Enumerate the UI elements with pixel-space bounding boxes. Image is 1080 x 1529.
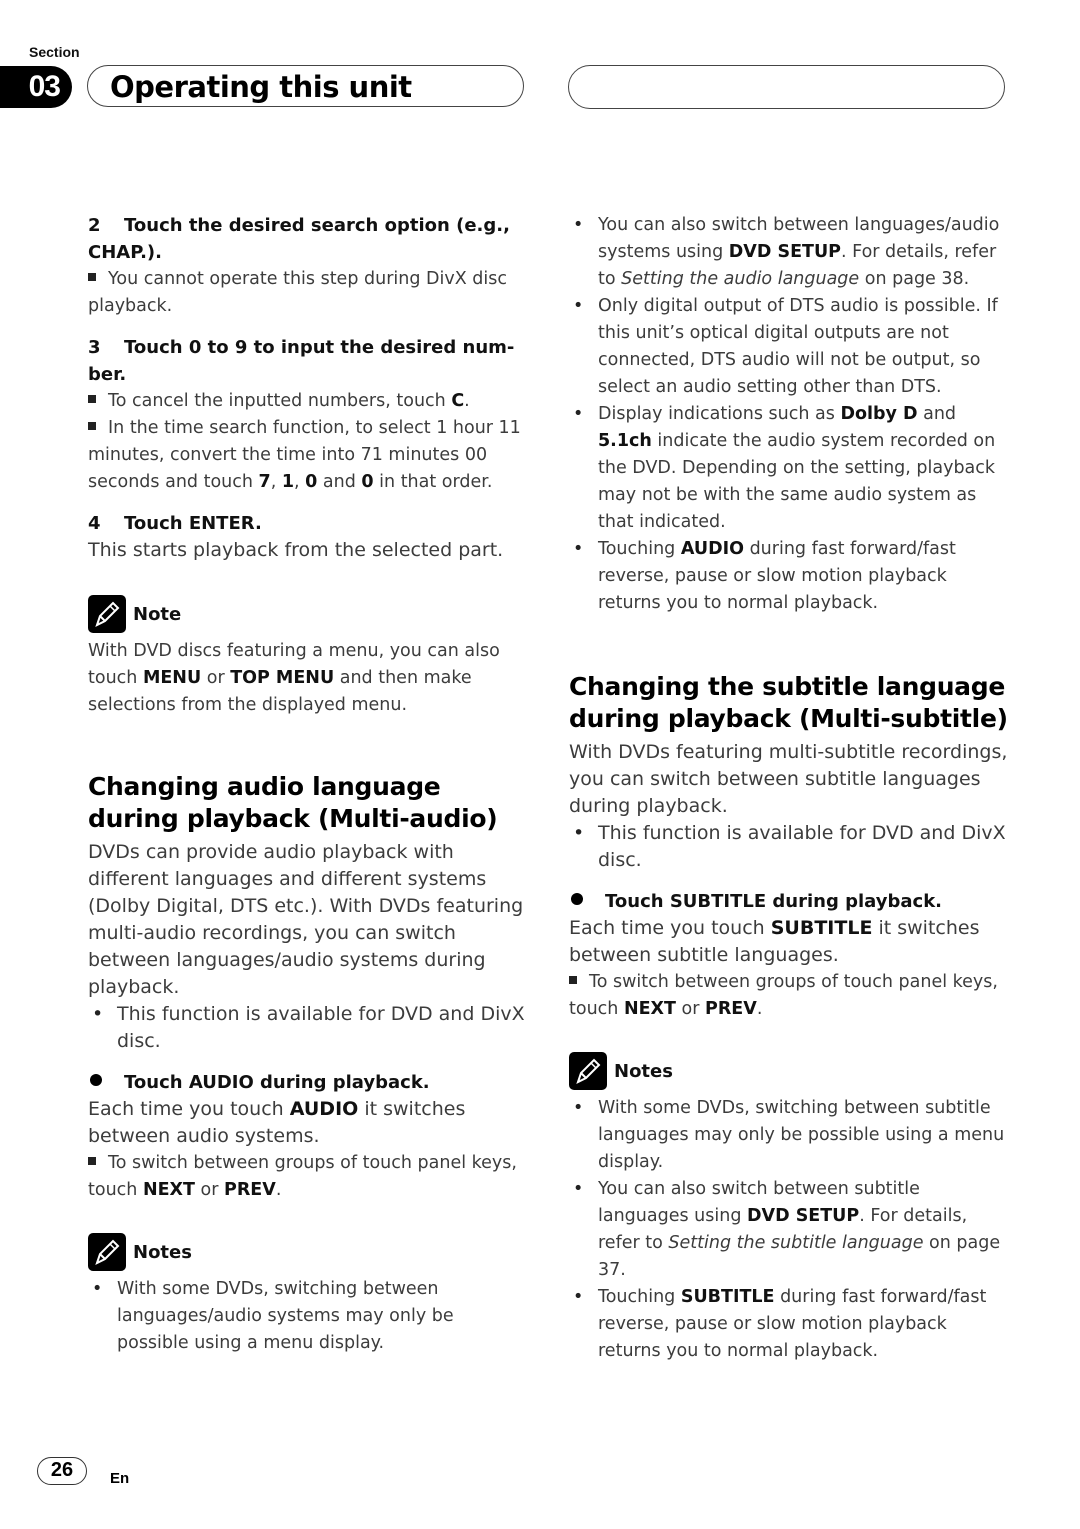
step-3-heading: 3 Touch 0 to 9 to input the desired num- … xyxy=(88,337,515,385)
list-item: Touching SUBTITLE during fast forward/fa… xyxy=(569,1284,1009,1365)
step-4-body: This starts playback from the selected p… xyxy=(88,539,504,561)
list-item: Touching AUDIO during fast forward/fast … xyxy=(569,536,1009,617)
subtitle-tip: To switch between groups of touch panel … xyxy=(569,972,998,1019)
bullet-dot-icon xyxy=(571,893,583,905)
page-number: 26 xyxy=(37,1457,87,1485)
note-text: With DVD discs featuring a menu, you can… xyxy=(88,641,500,715)
section-number-badge: 03 xyxy=(0,66,72,108)
list-item: With some DVDs, switching between subtit… xyxy=(569,1095,1009,1176)
audio-action-body: Each time you touch AUDIO it switches be… xyxy=(88,1098,466,1147)
square-bullet-icon xyxy=(88,422,96,430)
list-item: This function is available for DVD and D… xyxy=(569,820,1009,874)
language-code: En xyxy=(110,1470,130,1487)
square-bullet-icon xyxy=(88,1157,96,1165)
step-3-note-1: To cancel the inputted numbers, touch C. xyxy=(88,388,528,415)
notes-header: Notes xyxy=(569,1051,1009,1091)
audio-section-heading: Changing audio language during playback (… xyxy=(88,772,498,833)
step-3-note-2: In the time search function, to select 1… xyxy=(88,418,521,492)
pencil-icon xyxy=(88,1233,126,1271)
note-header: Note xyxy=(88,594,528,634)
list-item: Display indications such as Dolby D and … xyxy=(569,401,1009,536)
list-item: You can also switch between subtitle lan… xyxy=(569,1176,1009,1284)
cross-reference-link[interactable]: Setting the subtitle language xyxy=(668,1233,923,1253)
step-4-heading: 4 Touch ENTER. xyxy=(88,513,262,534)
subtitle-notes-list: With some DVDs, switching between subtit… xyxy=(569,1095,1009,1365)
square-bullet-icon xyxy=(569,976,577,984)
subtitle-bullet-list: This function is available for DVD and D… xyxy=(569,820,1009,874)
notes-header: Notes xyxy=(88,1232,528,1272)
left-column: 2 Touch the desired search option (e.g., … xyxy=(88,212,528,1357)
bullet-dot-icon xyxy=(90,1074,102,1086)
step-2-heading: 2 Touch the desired search option (e.g., … xyxy=(88,215,510,263)
list-item: With some DVDs, switching between langua… xyxy=(88,1276,528,1357)
pencil-icon xyxy=(569,1052,607,1090)
pencil-icon xyxy=(88,595,126,633)
cross-reference-link[interactable]: Setting the audio language xyxy=(621,269,859,289)
step-2-note: You cannot operate this step during DivX… xyxy=(88,269,507,316)
chapter-title: Operating this unit xyxy=(110,70,412,104)
section-label: Section xyxy=(29,44,80,60)
audio-bullet-list: This function is available for DVD and D… xyxy=(88,1001,528,1055)
empty-title-box xyxy=(568,65,1005,109)
subtitle-action-body: Each time you touch SUBTITLE it switches… xyxy=(569,917,980,966)
audio-action-heading: Touch AUDIO during playback. xyxy=(88,1069,528,1096)
list-item: You can also switch between languages/au… xyxy=(569,212,1009,293)
subtitle-section-heading: Changing the subtitle language during pla… xyxy=(569,672,1008,733)
chapter-title-box: Operating this unit xyxy=(87,65,524,107)
list-item: This function is available for DVD and D… xyxy=(88,1001,528,1055)
audio-tip: To switch between groups of touch panel … xyxy=(88,1153,517,1200)
audio-intro: DVDs can provide audio playback with dif… xyxy=(88,841,524,998)
subtitle-intro: With DVDs featuring multi-subtitle recor… xyxy=(569,741,1008,817)
right-column: You can also switch between languages/au… xyxy=(569,212,1009,1365)
square-bullet-icon xyxy=(88,395,96,403)
audio-notes-list: You can also switch between languages/au… xyxy=(569,212,1009,617)
notes-list: With some DVDs, switching between langua… xyxy=(88,1276,528,1357)
list-item: Only digital output of DTS audio is poss… xyxy=(569,293,1009,401)
subtitle-action-heading: Touch SUBTITLE during playback. xyxy=(569,888,1009,915)
square-bullet-icon xyxy=(88,273,96,281)
